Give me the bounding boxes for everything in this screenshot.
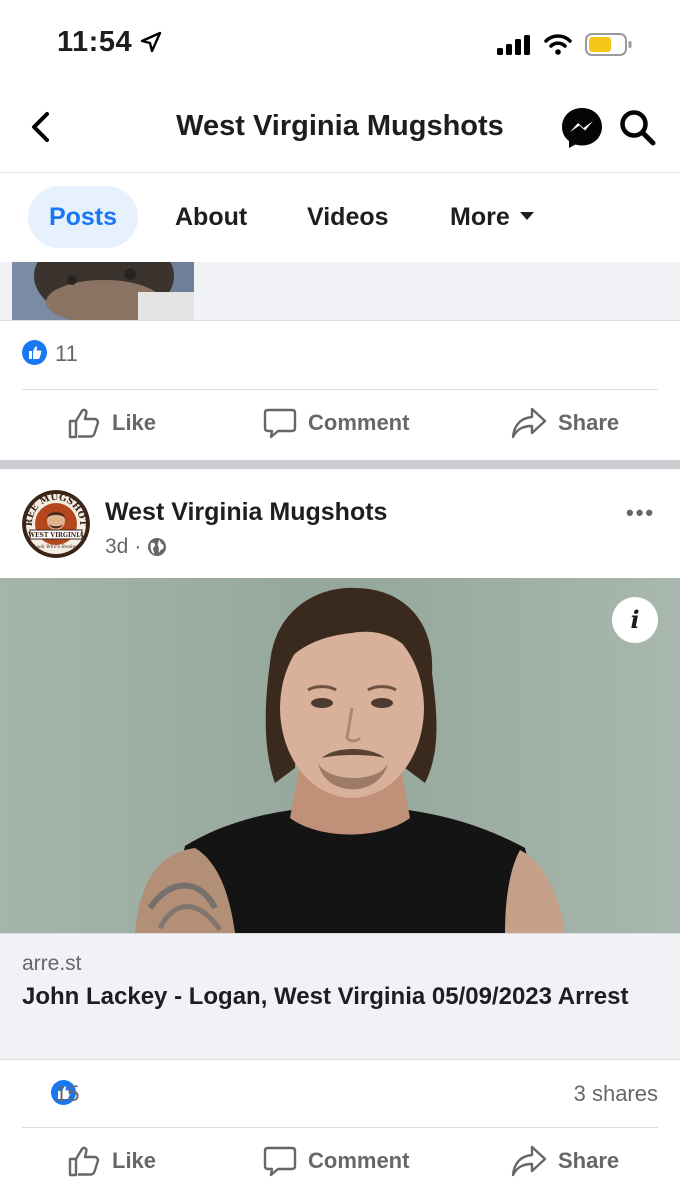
like-thumb-icon (68, 1146, 100, 1177)
comment-label: Comment (308, 410, 410, 435)
page-avatar[interactable]: FREE MUGSHOTS WEST VIRGINIA Look Who's B… (22, 490, 90, 558)
like-count[interactable]: 11 (55, 341, 78, 367)
like-label: Like (112, 1148, 157, 1173)
tab-videos[interactable]: Videos (307, 186, 389, 248)
signal-icon (497, 35, 530, 55)
comment-button[interactable]: Comment (262, 1143, 409, 1179)
battery-icon (585, 33, 632, 56)
like-button[interactable]: Like (66, 1143, 156, 1179)
meta-separator: · (134, 535, 142, 558)
tab-posts[interactable]: Posts (28, 186, 138, 248)
share-button[interactable]: Share (510, 405, 619, 441)
mugshot-photo[interactable] (0, 578, 680, 933)
messenger-icon[interactable] (560, 106, 604, 150)
like-reaction-icon (22, 340, 47, 365)
comment-icon (263, 408, 297, 439)
location-arrow-icon (140, 31, 162, 53)
info-icon[interactable]: i (612, 597, 658, 643)
post-meta: 3d · (105, 535, 167, 559)
tab-more-label: More (450, 203, 510, 231)
tab-more[interactable]: More (450, 186, 534, 248)
more-dots-icon[interactable]: ••• (626, 500, 655, 526)
share-label: Share (558, 1148, 620, 1173)
previous-post-thumbnail (12, 262, 194, 320)
like-count[interactable]: 15 (55, 1081, 79, 1107)
tab-about[interactable]: About (175, 186, 247, 248)
share-icon (511, 1145, 547, 1177)
caret-down-icon (519, 212, 534, 221)
share-count[interactable]: 3 shares (574, 1081, 658, 1107)
previous-link-preview[interactable] (0, 262, 680, 321)
header-divider (0, 172, 680, 173)
post-time[interactable]: 3d (105, 535, 128, 559)
link-title[interactable]: John Lackey - Logan, West Virginia 05/09… (22, 980, 642, 1014)
comment-icon (263, 1146, 297, 1177)
comment-button[interactable]: Comment (262, 405, 409, 441)
like-thumb-icon (68, 408, 100, 439)
divider (22, 1127, 658, 1128)
divider (22, 389, 658, 390)
post-author[interactable]: West Virginia Mugshots (105, 498, 387, 527)
share-icon (511, 407, 547, 439)
avatar-band-text: WEST VIRGINIA (27, 532, 84, 539)
avatar-bottom-text: Look Who's Booked (33, 544, 79, 550)
like-label: Like (112, 410, 157, 435)
status-time: 11:54 (57, 26, 133, 58)
search-icon[interactable] (618, 108, 658, 148)
comment-label: Comment (308, 1148, 410, 1173)
globe-icon (148, 538, 167, 556)
wifi-icon (544, 34, 572, 55)
post-separator (0, 460, 680, 469)
like-button[interactable]: Like (66, 405, 156, 441)
link-domain: arre.st (22, 952, 82, 975)
share-button[interactable]: Share (510, 1143, 619, 1179)
share-label: Share (558, 410, 620, 435)
